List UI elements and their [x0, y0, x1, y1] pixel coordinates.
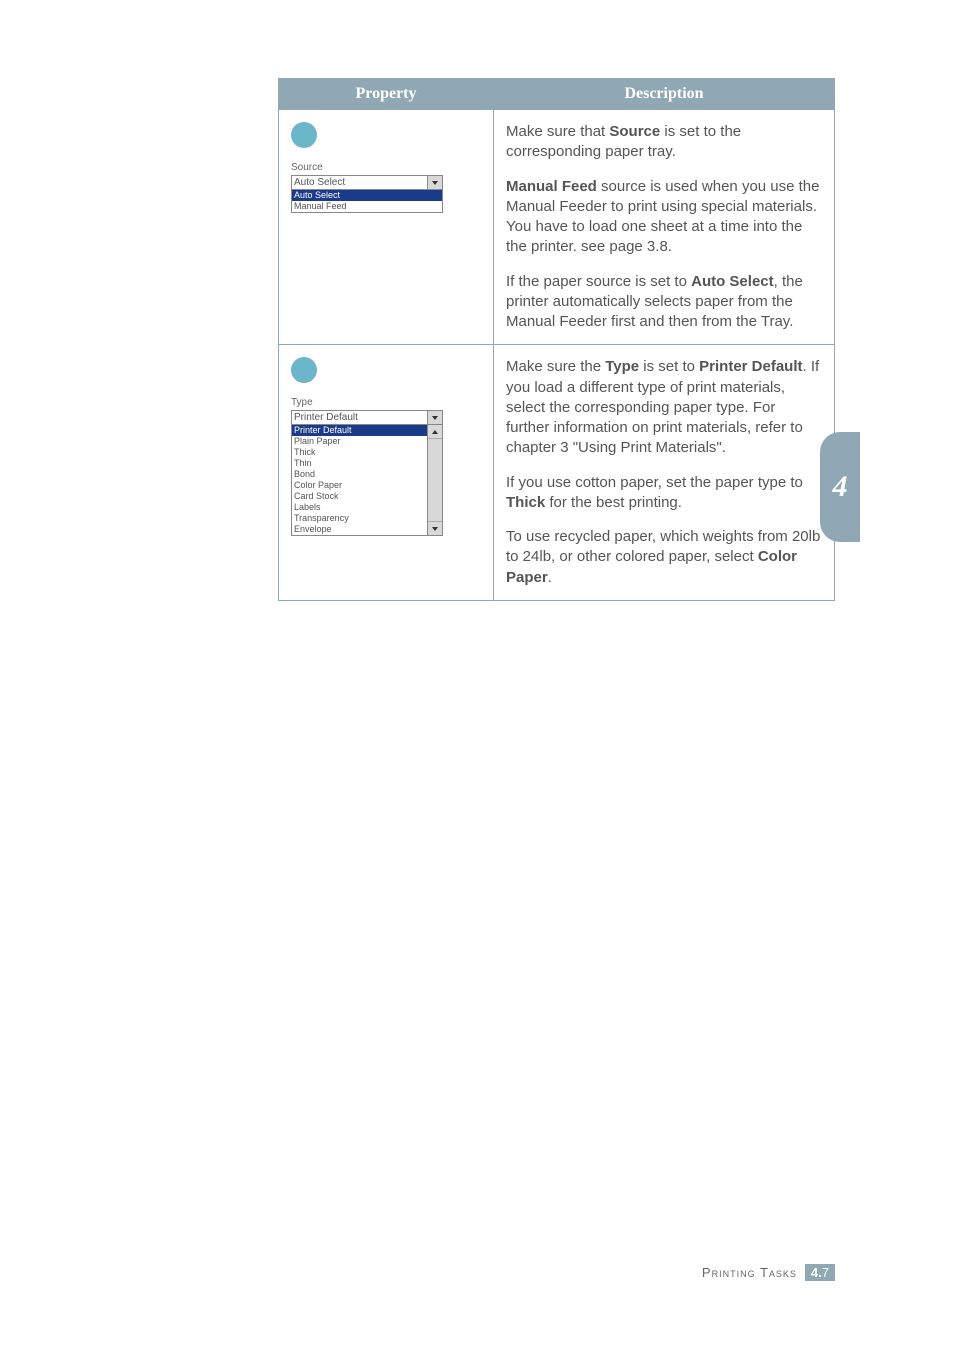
list-item[interactable]: Thin	[292, 458, 428, 469]
type-listbox[interactable]: Printer Default Plain Paper Thick Thin B…	[291, 424, 443, 536]
scroll-down-icon[interactable]	[428, 521, 442, 535]
header-description: Description	[494, 79, 835, 110]
list-item[interactable]: Envelope	[292, 524, 428, 535]
footer-section: Printing Tasks	[702, 1265, 797, 1280]
source-combobox-value: Auto Select	[294, 177, 345, 188]
type-combobox[interactable]: Printer Default	[291, 410, 443, 425]
list-item[interactable]: Bond	[292, 469, 428, 480]
desc-paragraph: If you use cotton paper, set the paper t…	[506, 473, 822, 514]
desc-paragraph: To use recycled paper, which weights fro…	[506, 527, 822, 588]
list-item[interactable]: Thick	[292, 447, 428, 458]
type-field-label: Type	[291, 397, 481, 408]
list-item[interactable]: Auto Select	[292, 190, 442, 201]
source-field-label: Source	[291, 162, 481, 173]
properties-table: Property Description Source Auto Select …	[278, 78, 835, 601]
header-property: Property	[279, 79, 494, 110]
source-listbox[interactable]: Auto Select Manual Feed	[291, 189, 443, 213]
list-item[interactable]: Card Stock	[292, 491, 428, 502]
list-item[interactable]: Printer Default	[292, 425, 428, 436]
dropdown-arrow-icon[interactable]	[427, 411, 442, 424]
row-source: Source Auto Select Auto Select Manual Fe…	[279, 110, 835, 345]
list-item[interactable]: Color Paper	[292, 480, 428, 491]
page-footer: Printing Tasks 4.7	[278, 1264, 835, 1281]
footer-page-badge: 4.7	[805, 1264, 835, 1281]
desc-paragraph: If the paper source is set to Auto Selec…	[506, 272, 822, 333]
list-item[interactable]: Plain Paper	[292, 436, 428, 447]
bullet-icon	[291, 122, 317, 148]
dropdown-arrow-icon[interactable]	[427, 176, 442, 189]
list-item[interactable]: Transparency	[292, 513, 428, 524]
list-item[interactable]: Labels	[292, 502, 428, 513]
list-item[interactable]: Manual Feed	[292, 201, 442, 212]
listbox-scrollbar[interactable]	[427, 425, 442, 535]
scroll-up-icon[interactable]	[428, 425, 442, 439]
bullet-icon	[291, 357, 317, 383]
source-combobox[interactable]: Auto Select	[291, 175, 443, 190]
chapter-tab: 4	[820, 432, 860, 542]
desc-paragraph: Make sure that Source is set to the corr…	[506, 122, 822, 163]
row-type: Type Printer Default Printer Default Pla…	[279, 345, 835, 601]
desc-paragraph: Make sure the Type is set to Printer Def…	[506, 357, 822, 458]
desc-paragraph: Manual Feed source is used when you use …	[506, 177, 822, 258]
chapter-number: 4	[833, 470, 848, 504]
type-combobox-value: Printer Default	[294, 412, 358, 423]
